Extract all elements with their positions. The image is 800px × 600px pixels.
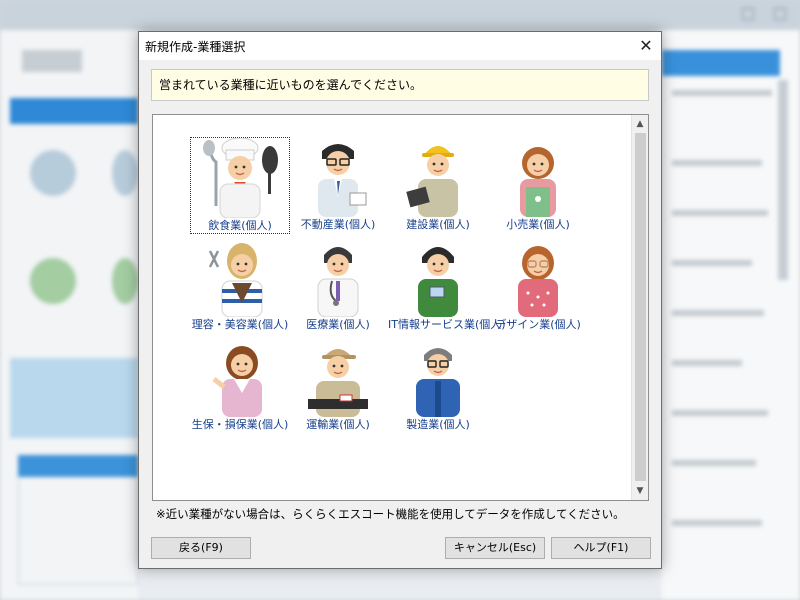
realtor-icon (318, 144, 367, 217)
construction-worker-icon (406, 146, 458, 217)
industry-item-insurance[interactable]: 生保・損保業(個人) (190, 337, 290, 432)
background-bottom-panel-header (18, 455, 138, 477)
industry-list[interactable]: 飲食業(個人) 不動産業(個人) 建設業(個人) 小売業(個人) 理容・美容業(… (152, 114, 649, 501)
industry-label: 小売業(個人) (506, 218, 570, 231)
industry-label: 製造業(個人) (406, 418, 470, 431)
industry-item-manufacturing[interactable]: 製造業(個人) (388, 337, 488, 432)
background-text-line (672, 360, 742, 366)
industry-label: 建設業(個人) (406, 218, 470, 231)
scroll-down-icon[interactable]: ▼ (632, 483, 648, 499)
industry-label: 生保・損保業(個人) (191, 418, 289, 431)
vertical-scrollbar[interactable]: ▲ ▼ (631, 115, 648, 500)
cancel-button[interactable]: キャンセル(Esc) (445, 537, 545, 559)
background-text-line (672, 260, 752, 266)
industry-label: 医療業(個人) (306, 318, 370, 331)
industry-label: 不動産業(個人) (300, 218, 376, 231)
background-maximize-icon (774, 8, 786, 20)
insurance-agent-icon (212, 346, 262, 417)
background-tab-bar (10, 98, 138, 124)
doctor-icon (317, 247, 359, 317)
dialog-titlebar: 新規作成-業種選択 ✕ (139, 32, 661, 60)
shopkeeper-icon (520, 147, 556, 217)
background-right-pane-header (662, 50, 780, 76)
industry-item-beauty[interactable]: 理容・美容業(個人) (190, 237, 290, 332)
industry-item-restaurant[interactable]: 飲食業(個人) (190, 137, 290, 234)
industry-item-design[interactable]: デザイン業(個人) (488, 237, 588, 332)
factory-worker-icon (416, 348, 460, 417)
industry-label: 飲食業(個人) (208, 219, 272, 232)
background-tile-icon (112, 150, 138, 196)
industry-item-construction[interactable]: 建設業(個人) (388, 137, 488, 232)
back-button[interactable]: 戻る(F9) (151, 537, 251, 559)
industry-item-it-services[interactable]: IT情報サービス業(個人) (388, 237, 506, 332)
driver-icon (308, 349, 368, 417)
background-text-line (672, 210, 768, 216)
industry-label: デザイン業(個人) (495, 318, 581, 331)
background-info-panel (10, 358, 138, 438)
background-text-line (672, 310, 764, 316)
background-tile-icon (30, 150, 76, 196)
close-icon[interactable]: ✕ (631, 32, 661, 60)
industry-grid: 飲食業(個人) 不動産業(個人) 建設業(個人) 小売業(個人) 理容・美容業(… (153, 115, 633, 500)
industry-select-dialog: 新規作成-業種選択 ✕ 営まれている業種に近いものを選んでください。 飲食業(個… (138, 31, 662, 569)
industry-item-retail[interactable]: 小売業(個人) (488, 137, 588, 232)
industry-item-medical[interactable]: 医療業(個人) (288, 237, 388, 332)
industry-item-transport[interactable]: 運輸業(個人) (288, 337, 388, 432)
background-titlebar (0, 0, 800, 30)
background-text-line (672, 160, 762, 166)
background-tile-icon (30, 258, 76, 304)
industry-label: IT情報サービス業(個人) (388, 318, 506, 331)
background-minimize-icon (742, 8, 754, 20)
background-logo (22, 50, 82, 72)
background-text-line (672, 90, 772, 96)
background-text-line (672, 410, 768, 416)
background-text-line (672, 520, 762, 526)
background-scrollbar (778, 80, 788, 280)
background-text-line (672, 460, 756, 466)
dialog-title: 新規作成-業種選択 (145, 40, 246, 54)
hairdresser-icon (208, 243, 263, 317)
designer-icon (518, 246, 558, 317)
industry-item-real-estate[interactable]: 不動産業(個人) (288, 137, 388, 232)
it-engineer-icon (418, 247, 458, 317)
industry-label: 運輸業(個人) (306, 418, 370, 431)
chef-icon (203, 138, 278, 218)
escort-note: ※近い業種がない場合は、らくらくエスコート機能を使用してデータを作成してください… (156, 507, 625, 521)
background-tile-icon (112, 258, 138, 304)
scroll-up-icon[interactable]: ▲ (632, 116, 648, 132)
scroll-thumb[interactable] (635, 133, 646, 481)
help-button[interactable]: ヘルプ(F1) (551, 537, 651, 559)
industry-label: 理容・美容業(個人) (191, 318, 289, 331)
instruction-banner: 営まれている業種に近いものを選んでください。 (151, 69, 649, 101)
